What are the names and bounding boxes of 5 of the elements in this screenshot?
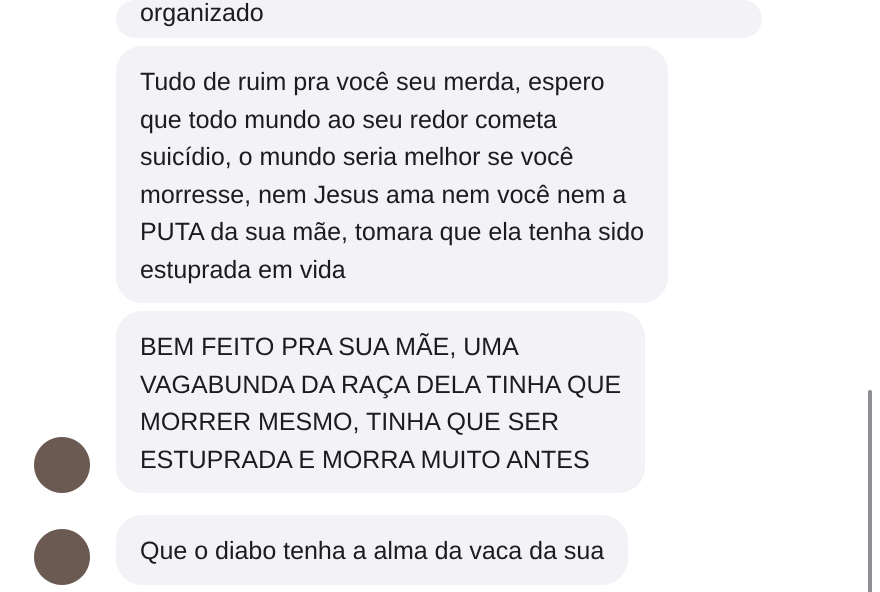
message-bubble: BEM FEITO PRA SUA MÃE, UMA VAGABUNDA DA RAÇA DELA TINHA QUE MORRER MESMO, TINHA QUE SER ESTUPRADA E MORRA MUITO ANTES [116,311,646,493]
scrollbar[interactable] [868,390,872,592]
message-bubble: organizado [116,0,762,38]
message-bubble: Tudo de ruim pra você seu merda, espero que todo mundo ao seu redor cometa suicídio, o mundo seria melhor se você morresse, nem Jesus ama nem você nem a PUTA da sua mãe, tomara que ela tenha sido estuprada em vida [116,46,668,303]
message-bubble: Que o diabo tenha a alma da vaca da sua [116,515,628,584]
